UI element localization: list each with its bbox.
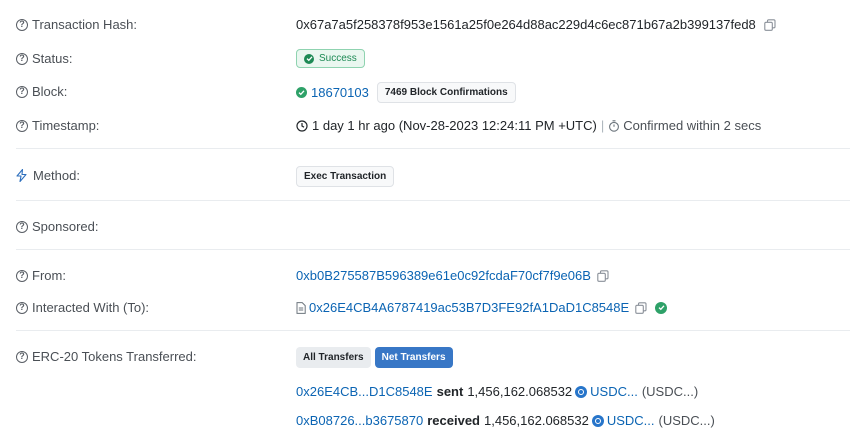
transfer-row: 0x26E4CB...D1C8548E sent 1,456,162.06853… xyxy=(296,384,698,399)
method-badge: Exec Transaction xyxy=(296,166,395,187)
all-transfers-tab[interactable]: All Transfers xyxy=(296,347,371,368)
tx-hash-label: ? Transaction Hash: xyxy=(16,17,137,32)
contract-file-icon xyxy=(296,301,306,314)
transfer-tabs: All Transfers Net Transfers xyxy=(296,347,453,368)
interacted-label: ? Interacted With (To): xyxy=(16,300,149,315)
token-link[interactable]: USDC... xyxy=(607,413,655,428)
status-badge: Success xyxy=(296,49,365,68)
separator: | xyxy=(600,118,605,133)
divider xyxy=(16,148,850,149)
block-label: ? Block: xyxy=(16,84,67,99)
transfer-address-link[interactable]: 0xB08726...b3675870 xyxy=(296,413,423,428)
contract-address-link[interactable]: 0x26E4CB4A6787419ac53B7D3FE92fA1DaD1C854… xyxy=(309,300,629,315)
usdc-token-icon xyxy=(575,385,588,398)
status-label: ? Status: xyxy=(16,51,72,66)
transfer-amount: 1,456,162.068532 xyxy=(467,384,573,399)
block-confirmations-badge: 7469 Block Confirmations xyxy=(376,82,516,103)
net-transfers-tab[interactable]: Net Transfers xyxy=(374,347,453,368)
block-value-row: 18670103 7469 Block Confirmations xyxy=(296,82,516,103)
from-address-link[interactable]: 0xb0B275587B596389e61e0c92fcdaF70cf7f9e0… xyxy=(296,268,591,283)
block-number-link[interactable]: 18670103 xyxy=(311,85,369,100)
help-icon[interactable]: ? xyxy=(16,269,28,282)
help-icon[interactable]: ? xyxy=(16,301,28,314)
tx-hash-value-row: 0x67a7a5f258378f953e1561a25f0e264d88ac22… xyxy=(296,17,776,32)
timestamp-label: ? Timestamp: xyxy=(16,118,99,133)
transfer-row: 0xB08726...b3675870 received 1,456,162.0… xyxy=(296,413,715,428)
transfer-action: received xyxy=(427,413,480,428)
clock-icon xyxy=(296,119,308,132)
help-icon[interactable]: ? xyxy=(16,220,28,233)
finalized-check-icon xyxy=(296,87,307,98)
token-symbol: (USDC...) xyxy=(641,384,699,399)
timestamp-value: 1 day 1 hr ago (Nov-28-2023 12:24:11 PM … xyxy=(312,118,597,133)
divider xyxy=(16,200,850,201)
method-label: Method: xyxy=(16,168,80,183)
help-icon[interactable]: ? xyxy=(16,18,28,31)
divider xyxy=(16,249,850,250)
usdc-token-icon xyxy=(591,414,604,427)
sponsored-label: ? Sponsored: xyxy=(16,219,99,234)
from-value-row: 0xb0B275587B596389e61e0c92fcdaF70cf7f9e0… xyxy=(296,268,609,283)
erc20-label: ? ERC-20 Tokens Transferred: xyxy=(16,349,197,364)
help-icon[interactable]: ? xyxy=(16,52,28,65)
copy-icon[interactable] xyxy=(764,18,776,31)
transfer-action: sent xyxy=(436,384,464,399)
timestamp-value-row: 1 day 1 hr ago (Nov-28-2023 12:24:11 PM … xyxy=(296,118,761,133)
help-icon[interactable]: ? xyxy=(16,85,28,98)
stopwatch-icon xyxy=(608,119,620,132)
copy-icon[interactable] xyxy=(597,269,609,282)
token-link[interactable]: USDC... xyxy=(590,384,638,399)
token-symbol: (USDC...) xyxy=(658,413,715,428)
from-label: ? From: xyxy=(16,268,66,283)
status-value-row: Success xyxy=(296,49,365,68)
copy-icon[interactable] xyxy=(635,301,647,314)
interacted-value-row: 0x26E4CB4A6787419ac53B7D3FE92fA1DaD1C854… xyxy=(296,300,671,315)
help-icon[interactable]: ? xyxy=(16,119,28,132)
verified-check-icon xyxy=(655,301,668,314)
transfer-address-link[interactable]: 0x26E4CB...D1C8548E xyxy=(296,384,433,399)
help-icon[interactable]: ? xyxy=(16,350,28,363)
transfer-amount: 1,456,162.068532 xyxy=(484,413,589,428)
lightning-icon xyxy=(16,169,27,182)
check-circle-icon xyxy=(304,53,314,64)
divider xyxy=(16,330,850,331)
tx-hash-value: 0x67a7a5f258378f953e1561a25f0e264d88ac22… xyxy=(296,17,756,32)
confirmed-within: Confirmed within 2 secs xyxy=(623,118,762,133)
method-value-row: Exec Transaction xyxy=(296,166,395,187)
